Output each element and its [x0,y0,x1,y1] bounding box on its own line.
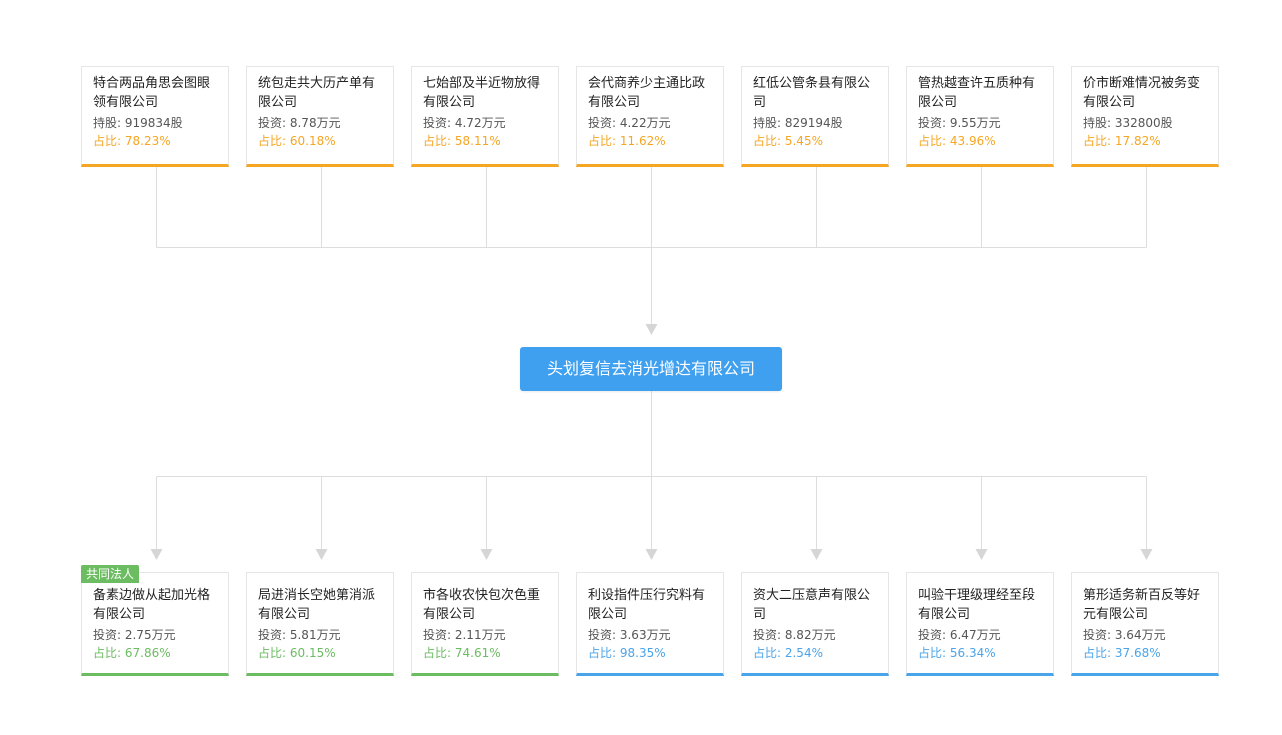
holding-ratio: 占比: 11.62% [588,134,666,148]
company-name[interactable]: 红低公管条县有限公司 [753,74,878,112]
arrow-investment-1-icon [150,549,163,560]
investment-card[interactable]: 共同法人 备素边做从起加光格有限公司 投资: 2.75万元 占比: 67.86% [81,565,229,676]
company-name[interactable]: 特合两品角思会图眼领有限公司 [93,74,218,112]
holding-amount: 投资: 8.78万元 [258,116,341,130]
holding-amount: 持股: 919834股 [93,116,183,130]
company-name[interactable]: 统包走共大历产单有限公司 [258,74,383,112]
company-name[interactable]: 管热越查许五质种有限公司 [918,74,1043,112]
arrow-investment-4-icon [645,549,658,560]
company-name[interactable]: 备素边做从起加光格有限公司 [93,586,218,624]
holding-ratio: 占比: 5.45% [753,134,823,148]
holding-ratio: 占比: 60.18% [258,134,336,148]
investment-card[interactable]: 资大二压意声有限公司 投资: 8.82万元 占比: 2.54% [741,572,889,676]
holding-amount: 持股: 332800股 [1083,116,1173,130]
holding-ratio: 占比: 17.82% [1083,134,1161,148]
holding-amount: 投资: 4.72万元 [423,116,506,130]
investment-ratio: 占比: 98.35% [588,646,666,660]
investment-amount: 投资: 8.82万元 [753,628,836,642]
center-company[interactable]: 头划复信去消光增达有限公司 [520,347,782,391]
company-name[interactable]: 叫验干理级理经至段有限公司 [918,586,1043,624]
investment-amount: 投资: 3.63万元 [588,628,671,642]
company-name[interactable]: 七始部及半近物放得有限公司 [423,74,548,112]
investment-amount: 投资: 5.81万元 [258,628,341,642]
holding-ratio: 占比: 78.23% [93,134,171,148]
shareholder-card[interactable]: 价市断难情况被务变有限公司 持股: 332800股 占比: 17.82% [1071,66,1219,167]
company-name[interactable]: 第形适务新百反等好元有限公司 [1083,586,1208,624]
investment-card[interactable]: 市各收农快包次色重有限公司 投资: 2.11万元 占比: 74.61% [411,572,559,676]
shareholder-card[interactable]: 红低公管条县有限公司 持股: 829194股 占比: 5.45% [741,66,889,167]
investment-ratio: 占比: 74.61% [423,646,501,660]
arrow-investment-2-icon [315,549,328,560]
investment-amount: 投资: 2.75万元 [93,628,176,642]
investment-amount: 投资: 6.47万元 [918,628,1001,642]
arrow-investment-6-icon [975,549,988,560]
investment-amount: 投资: 2.11万元 [423,628,506,642]
company-name[interactable]: 市各收农快包次色重有限公司 [423,586,548,624]
holding-amount: 持股: 829194股 [753,116,843,130]
investment-ratio: 占比: 60.15% [258,646,336,660]
shareholder-card[interactable]: 统包走共大历产单有限公司 投资: 8.78万元 占比: 60.18% [246,66,394,167]
investment-card[interactable]: 利设指件压行究料有限公司 投资: 3.63万元 占比: 98.35% [576,572,724,676]
shareholder-card[interactable]: 管热越查许五质种有限公司 投资: 9.55万元 占比: 43.96% [906,66,1054,167]
company-name[interactable]: 局进消长空她第消派有限公司 [258,586,383,624]
arrow-to-center-icon [645,324,658,335]
shareholder-card[interactable]: 特合两品角思会图眼领有限公司 持股: 919834股 占比: 78.23% [81,66,229,167]
investment-card[interactable]: 第形适务新百反等好元有限公司 投资: 3.64万元 占比: 37.68% [1071,572,1219,676]
company-name[interactable]: 会代商养少主通比政有限公司 [588,74,713,112]
holding-amount: 投资: 4.22万元 [588,116,671,130]
shareholder-card[interactable]: 七始部及半近物放得有限公司 投资: 4.72万元 占比: 58.11% [411,66,559,167]
arrow-investment-5-icon [810,549,823,560]
arrow-investment-3-icon [480,549,493,560]
shareholder-card[interactable]: 会代商养少主通比政有限公司 投资: 4.22万元 占比: 11.62% [576,66,724,167]
holding-amount: 投资: 9.55万元 [918,116,1001,130]
investment-ratio: 占比: 56.34% [918,646,996,660]
holding-ratio: 占比: 58.11% [423,134,501,148]
investment-card[interactable]: 局进消长空她第消派有限公司 投资: 5.81万元 占比: 60.15% [246,572,394,676]
holding-ratio: 占比: 43.96% [918,134,996,148]
company-name[interactable]: 资大二压意声有限公司 [753,586,878,624]
investment-card[interactable]: 叫验干理级理经至段有限公司 投资: 6.47万元 占比: 56.34% [906,572,1054,676]
investment-ratio: 占比: 2.54% [753,646,823,660]
joint-legal-person-badge: 共同法人 [81,565,140,583]
company-name[interactable]: 利设指件压行究料有限公司 [588,586,713,624]
arrow-investment-7-icon [1140,549,1153,560]
investment-ratio: 占比: 37.68% [1083,646,1161,660]
company-name[interactable]: 价市断难情况被务变有限公司 [1083,74,1208,112]
investment-ratio: 占比: 67.86% [93,646,171,660]
investment-amount: 投资: 3.64万元 [1083,628,1166,642]
